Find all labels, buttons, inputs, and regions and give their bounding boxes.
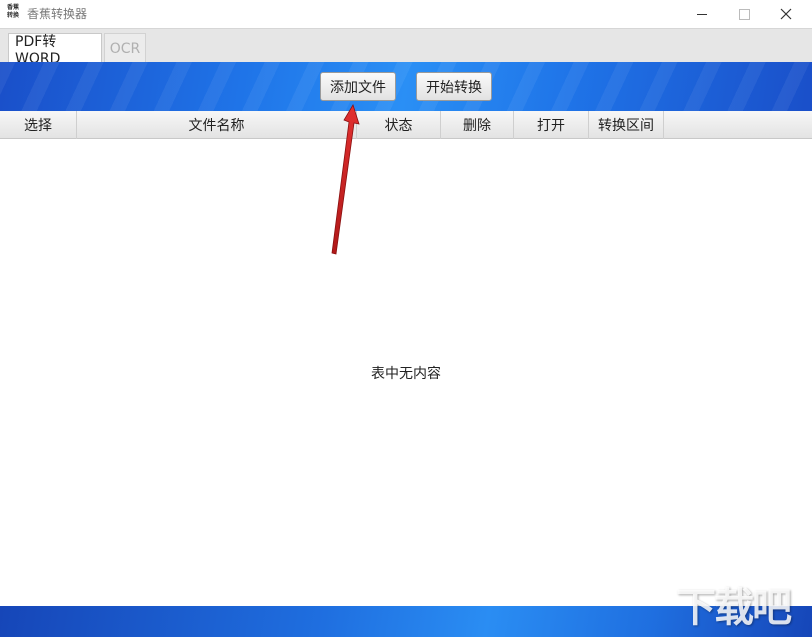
window-title: 香蕉转换器 xyxy=(27,7,88,21)
start-convert-button[interactable]: 开始转换 xyxy=(416,72,492,101)
maximize-button[interactable] xyxy=(722,0,766,28)
tab-ocr[interactable]: OCR xyxy=(104,33,146,63)
column-header-select[interactable]: 选择 xyxy=(0,111,77,139)
toolbar: 添加文件 开始转换 xyxy=(0,62,812,111)
column-header-convert-range[interactable]: 转换区间 xyxy=(589,111,664,139)
title-bar: 香蕉 转换 香蕉转换器 xyxy=(0,0,812,28)
watermark-logo: 下载吧 xyxy=(676,585,792,631)
app-logo-icon: 香蕉 转换 xyxy=(6,4,19,19)
column-header-open[interactable]: 打开 xyxy=(514,111,589,139)
table-header: 选择 文件名称 状态 删除 打开 转换区间 xyxy=(0,111,812,139)
table-body[interactable]: 表中无内容 xyxy=(0,139,812,606)
empty-table-message: 表中无内容 xyxy=(371,366,441,382)
close-icon xyxy=(780,8,792,20)
arrow-annotation-icon xyxy=(331,104,360,255)
close-button[interactable] xyxy=(764,0,808,28)
minimize-button[interactable] xyxy=(680,0,724,28)
column-header-delete[interactable]: 删除 xyxy=(441,111,514,139)
tab-pdf-to-word[interactable]: PDF转WORD xyxy=(8,33,102,67)
tab-bar: PDF转WORD OCR xyxy=(0,28,812,67)
column-header-filename[interactable]: 文件名称 xyxy=(77,111,357,139)
